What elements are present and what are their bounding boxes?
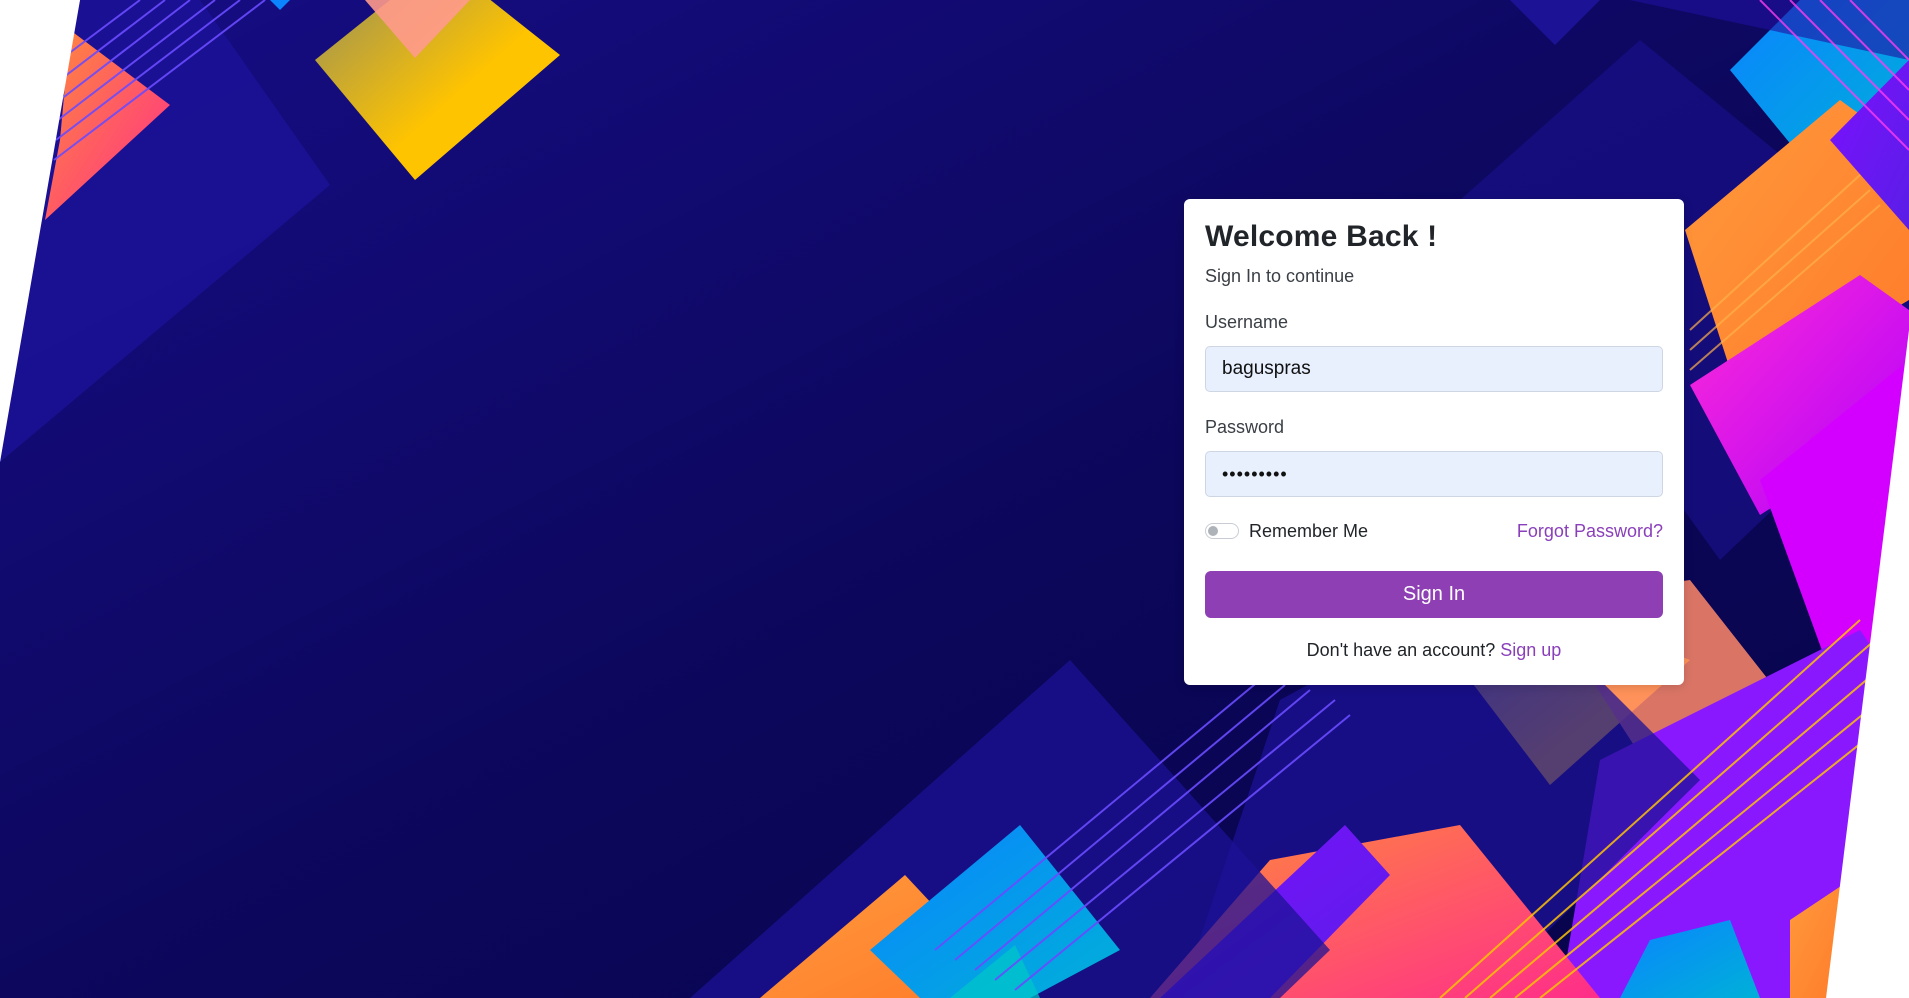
signup-prompt: Don't have an account? <box>1306 640 1496 660</box>
login-title: Welcome Back ! <box>1205 220 1438 253</box>
forgot-password-link[interactable]: Forgot Password? <box>1517 521 1663 542</box>
remember-label[interactable]: Remember Me <box>1249 521 1368 542</box>
password-value: ••••••••• <box>1222 463 1288 484</box>
login-card: Welcome Back ! Sign In to continue Usern… <box>1184 199 1684 685</box>
sign-in-button[interactable]: Sign In <box>1205 571 1663 618</box>
username-value: baguspras <box>1222 358 1311 379</box>
login-subtitle: Sign In to continue <box>1205 266 1355 286</box>
password-input[interactable]: ••••••••• <box>1205 451 1663 497</box>
username-input[interactable]: baguspras <box>1205 346 1663 392</box>
switch-off-icon[interactable] <box>1205 523 1239 539</box>
remember-me[interactable]: Remember Me <box>1205 521 1368 542</box>
password-label: Password <box>1205 417 1285 437</box>
toggle-knob <box>1208 526 1218 536</box>
options-row: Remember Me Forgot Password? <box>1205 519 1663 543</box>
sign-up-link[interactable]: Sign up <box>1500 640 1561 660</box>
signup-row: Don't have an account? Sign up <box>1205 640 1663 661</box>
username-label: Username <box>1205 312 1289 332</box>
